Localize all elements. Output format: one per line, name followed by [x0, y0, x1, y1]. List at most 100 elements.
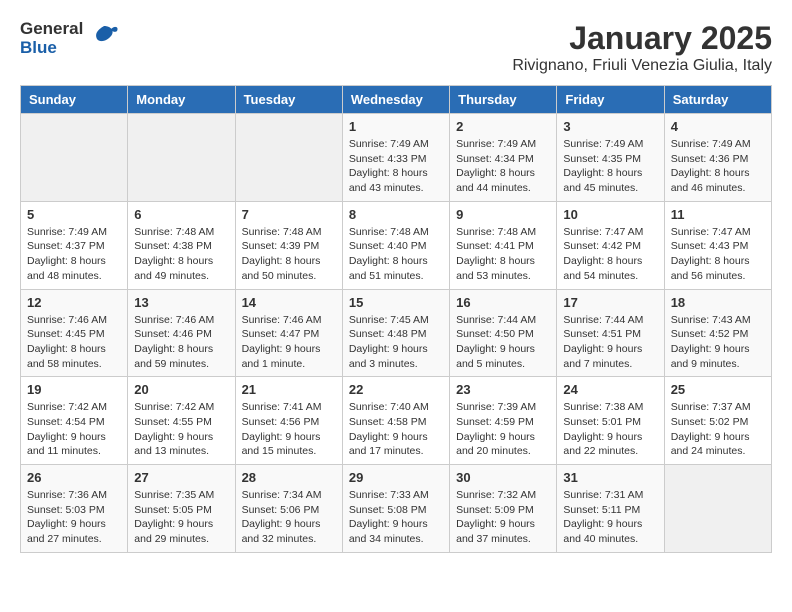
- day-info: Sunrise: 7:39 AM Sunset: 4:59 PM Dayligh…: [456, 400, 550, 459]
- calendar-cell: 28 Sunrise: 7:34 AM Sunset: 5:06 PM Dayli…: [235, 465, 342, 553]
- weekday-header-row: SundayMondayTuesdayWednesdayThursdayFrid…: [21, 86, 772, 114]
- calendar-cell: 4 Sunrise: 7:49 AM Sunset: 4:36 PM Daylig…: [664, 114, 771, 202]
- calendar-cell: 30 Sunrise: 7:32 AM Sunset: 5:09 PM Dayli…: [450, 465, 557, 553]
- day-info: Sunrise: 7:43 AM Sunset: 4:52 PM Dayligh…: [671, 313, 765, 372]
- calendar-week-4: 19 Sunrise: 7:42 AM Sunset: 4:54 PM Dayli…: [21, 377, 772, 465]
- weekday-header-wednesday: Wednesday: [342, 86, 449, 114]
- calendar-cell: 26Sunrise: 7:36 AM Sunset: 5:03 PM Dayli…: [21, 465, 128, 553]
- day-info: Sunrise: 7:48 AM Sunset: 4:39 PM Dayligh…: [242, 225, 336, 284]
- calendar-cell: 18Sunrise: 7:43 AM Sunset: 4:52 PM Dayli…: [664, 289, 771, 377]
- calendar-week-2: 5 Sunrise: 7:49 AM Sunset: 4:37 PM Daylig…: [21, 201, 772, 289]
- day-number: 28: [242, 470, 336, 485]
- calendar-cell: 5 Sunrise: 7:49 AM Sunset: 4:37 PM Daylig…: [21, 201, 128, 289]
- day-info: Sunrise: 7:35 AM Sunset: 5:05 PM Dayligh…: [134, 488, 228, 547]
- day-number: 14: [242, 295, 336, 310]
- day-info: Sunrise: 7:41 AM Sunset: 4:56 PM Dayligh…: [242, 400, 336, 459]
- calendar-cell: [235, 114, 342, 202]
- day-info: Sunrise: 7:40 AM Sunset: 4:58 PM Dayligh…: [349, 400, 443, 459]
- day-info: Sunrise: 7:45 AM Sunset: 4:48 PM Dayligh…: [349, 313, 443, 372]
- day-info: Sunrise: 7:49 AM Sunset: 4:36 PM Dayligh…: [671, 137, 765, 196]
- calendar-cell: 21 Sunrise: 7:41 AM Sunset: 4:56 PM Dayli…: [235, 377, 342, 465]
- day-number: 2: [456, 119, 550, 134]
- day-number: 29: [349, 470, 443, 485]
- day-number: 10: [563, 207, 657, 222]
- calendar-week-1: 1 Sunrise: 7:49 AM Sunset: 4:33 PM Daylig…: [21, 114, 772, 202]
- day-number: 20: [134, 382, 228, 397]
- day-info: Sunrise: 7:46 AM Sunset: 4:46 PM Dayligh…: [134, 313, 228, 372]
- day-info: Sunrise: 7:46 AM Sunset: 4:47 PM Dayligh…: [242, 313, 336, 372]
- day-number: 3: [563, 119, 657, 134]
- day-info: Sunrise: 7:48 AM Sunset: 4:38 PM Dayligh…: [134, 225, 228, 284]
- day-info: Sunrise: 7:32 AM Sunset: 5:09 PM Dayligh…: [456, 488, 550, 547]
- calendar-cell: 27 Sunrise: 7:35 AM Sunset: 5:05 PM Dayli…: [128, 465, 235, 553]
- calendar-cell: 13Sunrise: 7:46 AM Sunset: 4:46 PM Dayli…: [128, 289, 235, 377]
- day-number: 19: [27, 382, 121, 397]
- calendar-cell: [21, 114, 128, 202]
- calendar-cell: 6 Sunrise: 7:48 AM Sunset: 4:38 PM Daylig…: [128, 201, 235, 289]
- logo-bird-icon: [89, 21, 119, 56]
- day-number: 12: [27, 295, 121, 310]
- calendar-cell: 9 Sunrise: 7:48 AM Sunset: 4:41 PM Daylig…: [450, 201, 557, 289]
- calendar-cell: 23 Sunrise: 7:39 AM Sunset: 4:59 PM Dayli…: [450, 377, 557, 465]
- calendar-cell: 17Sunrise: 7:44 AM Sunset: 4:51 PM Dayli…: [557, 289, 664, 377]
- calendar-cell: [664, 465, 771, 553]
- day-info: Sunrise: 7:47 AM Sunset: 4:42 PM Dayligh…: [563, 225, 657, 284]
- day-info: Sunrise: 7:34 AM Sunset: 5:06 PM Dayligh…: [242, 488, 336, 547]
- calendar-cell: 29 Sunrise: 7:33 AM Sunset: 5:08 PM Dayli…: [342, 465, 449, 553]
- month-title: January 2025: [512, 20, 772, 57]
- calendar-cell: 14 Sunrise: 7:46 AM Sunset: 4:47 PM Dayli…: [235, 289, 342, 377]
- day-info: Sunrise: 7:42 AM Sunset: 4:54 PM Dayligh…: [27, 400, 121, 459]
- logo-blue: Blue: [20, 39, 83, 58]
- day-number: 11: [671, 207, 765, 222]
- calendar-body: 1 Sunrise: 7:49 AM Sunset: 4:33 PM Daylig…: [21, 114, 772, 553]
- day-number: 5: [27, 207, 121, 222]
- weekday-header-friday: Friday: [557, 86, 664, 114]
- day-info: Sunrise: 7:49 AM Sunset: 4:33 PM Dayligh…: [349, 137, 443, 196]
- day-number: 16: [456, 295, 550, 310]
- day-info: Sunrise: 7:49 AM Sunset: 4:35 PM Dayligh…: [563, 137, 657, 196]
- day-number: 27: [134, 470, 228, 485]
- calendar-cell: 1 Sunrise: 7:49 AM Sunset: 4:33 PM Daylig…: [342, 114, 449, 202]
- day-info: Sunrise: 7:33 AM Sunset: 5:08 PM Dayligh…: [349, 488, 443, 547]
- day-info: Sunrise: 7:46 AM Sunset: 4:45 PM Dayligh…: [27, 313, 121, 372]
- day-number: 1: [349, 119, 443, 134]
- day-number: 23: [456, 382, 550, 397]
- calendar-cell: 24 Sunrise: 7:38 AM Sunset: 5:01 PM Dayli…: [557, 377, 664, 465]
- weekday-header-monday: Monday: [128, 86, 235, 114]
- calendar-cell: 8Sunrise: 7:48 AM Sunset: 4:40 PM Daylig…: [342, 201, 449, 289]
- day-info: Sunrise: 7:49 AM Sunset: 4:37 PM Dayligh…: [27, 225, 121, 284]
- calendar-cell: 20Sunrise: 7:42 AM Sunset: 4:55 PM Dayli…: [128, 377, 235, 465]
- day-number: 31: [563, 470, 657, 485]
- weekday-header-saturday: Saturday: [664, 86, 771, 114]
- title-section: January 2025 Rivignano, Friuli Venezia G…: [512, 20, 772, 75]
- calendar-cell: 7 Sunrise: 7:48 AM Sunset: 4:39 PM Daylig…: [235, 201, 342, 289]
- weekday-header-tuesday: Tuesday: [235, 86, 342, 114]
- day-number: 7: [242, 207, 336, 222]
- day-info: Sunrise: 7:44 AM Sunset: 4:50 PM Dayligh…: [456, 313, 550, 372]
- day-number: 22: [349, 382, 443, 397]
- day-number: 15: [349, 295, 443, 310]
- calendar-cell: 3 Sunrise: 7:49 AM Sunset: 4:35 PM Daylig…: [557, 114, 664, 202]
- calendar-cell: 15 Sunrise: 7:45 AM Sunset: 4:48 PM Dayli…: [342, 289, 449, 377]
- calendar-cell: 11Sunrise: 7:47 AM Sunset: 4:43 PM Dayli…: [664, 201, 771, 289]
- day-info: Sunrise: 7:49 AM Sunset: 4:34 PM Dayligh…: [456, 137, 550, 196]
- day-number: 6: [134, 207, 228, 222]
- logo-general: General: [20, 20, 83, 39]
- day-info: Sunrise: 7:38 AM Sunset: 5:01 PM Dayligh…: [563, 400, 657, 459]
- calendar-cell: [128, 114, 235, 202]
- day-number: 4: [671, 119, 765, 134]
- day-info: Sunrise: 7:37 AM Sunset: 5:02 PM Dayligh…: [671, 400, 765, 459]
- day-info: Sunrise: 7:48 AM Sunset: 4:41 PM Dayligh…: [456, 225, 550, 284]
- calendar-cell: 16 Sunrise: 7:44 AM Sunset: 4:50 PM Dayli…: [450, 289, 557, 377]
- calendar-cell: 12 Sunrise: 7:46 AM Sunset: 4:45 PM Dayli…: [21, 289, 128, 377]
- day-number: 21: [242, 382, 336, 397]
- calendar-week-5: 26Sunrise: 7:36 AM Sunset: 5:03 PM Dayli…: [21, 465, 772, 553]
- day-number: 24: [563, 382, 657, 397]
- calendar-cell: 10 Sunrise: 7:47 AM Sunset: 4:42 PM Dayli…: [557, 201, 664, 289]
- day-number: 9: [456, 207, 550, 222]
- day-info: Sunrise: 7:31 AM Sunset: 5:11 PM Dayligh…: [563, 488, 657, 547]
- day-info: Sunrise: 7:44 AM Sunset: 4:51 PM Dayligh…: [563, 313, 657, 372]
- weekday-header-thursday: Thursday: [450, 86, 557, 114]
- day-number: 30: [456, 470, 550, 485]
- calendar-cell: 31 Sunrise: 7:31 AM Sunset: 5:11 PM Dayli…: [557, 465, 664, 553]
